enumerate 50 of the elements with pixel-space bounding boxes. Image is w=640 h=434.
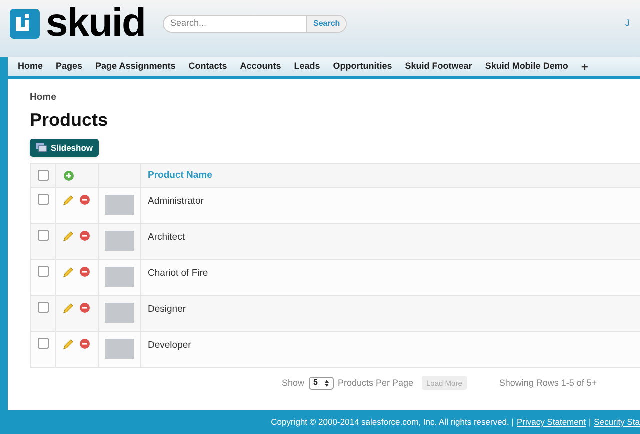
pencil-icon[interactable]	[63, 339, 74, 350]
nav-tab[interactable]: Leads	[294, 60, 320, 74]
nav-tab[interactable]: Opportunities	[333, 60, 392, 74]
per-page-label: Products Per Page	[338, 376, 414, 390]
page-title: Products	[30, 109, 110, 132]
slideshow-button[interactable]: Slideshow	[30, 139, 100, 158]
photo-placeholder	[105, 303, 134, 324]
separator: |	[588, 416, 592, 428]
photo-placeholder	[105, 267, 134, 288]
nav-tab[interactable]: Accounts	[240, 60, 282, 74]
photo-placeholder	[105, 231, 134, 252]
checkbox[interactable]	[38, 266, 48, 278]
show-label: Show	[282, 376, 305, 390]
checkbox[interactable]	[38, 338, 48, 350]
checkbox[interactable]	[38, 170, 48, 182]
pencil-icon[interactable]	[63, 303, 74, 314]
logo-text: skuid	[46, 2, 146, 42]
breadcrumb[interactable]: Home	[30, 91, 640, 106]
nav-tab[interactable]: Pages	[56, 60, 83, 74]
nav-tab[interactable]: Home	[18, 60, 44, 74]
product-name: Architect	[147, 231, 185, 246]
rows-info: Showing Rows 1-5 of 5+	[499, 376, 598, 390]
checkbox[interactable]	[38, 230, 48, 242]
add-icon[interactable]	[64, 170, 74, 181]
product-name: Designer	[147, 303, 186, 318]
per-page-select[interactable]: 5	[308, 376, 334, 390]
pencil-icon[interactable]	[63, 267, 74, 278]
checkbox[interactable]	[38, 302, 48, 314]
add-tab-button[interactable]: +	[581, 58, 588, 76]
nav-tab[interactable]: Skuid Footwear	[405, 60, 472, 74]
photo-placeholder	[105, 195, 134, 216]
slideshow-icon	[36, 143, 47, 154]
product-name: Chariot of Fire	[147, 267, 208, 282]
photo-placeholder	[105, 339, 134, 360]
nav-tab[interactable]: Skuid Mobile Demo	[485, 60, 568, 74]
delete-icon[interactable]	[80, 231, 90, 242]
delete-icon[interactable]	[80, 195, 90, 206]
nav-tab[interactable]: Contacts	[188, 60, 228, 74]
delete-icon[interactable]	[80, 267, 90, 278]
delete-icon[interactable]	[80, 339, 90, 350]
product-name: Administrator	[147, 195, 204, 210]
logo-icon	[10, 8, 40, 38]
pencil-icon[interactable]	[63, 195, 74, 206]
checkbox[interactable]	[38, 194, 48, 206]
stepper-icon	[324, 380, 329, 387]
nav-tab[interactable]: Page Assignments	[96, 60, 176, 74]
copyright-text: Copyright © 2000-2014 salesforce.com, Inc. All rights reserved. |	[271, 416, 514, 428]
pencil-icon[interactable]	[63, 231, 74, 242]
product-name: Developer	[147, 339, 192, 354]
delete-icon[interactable]	[80, 303, 90, 314]
